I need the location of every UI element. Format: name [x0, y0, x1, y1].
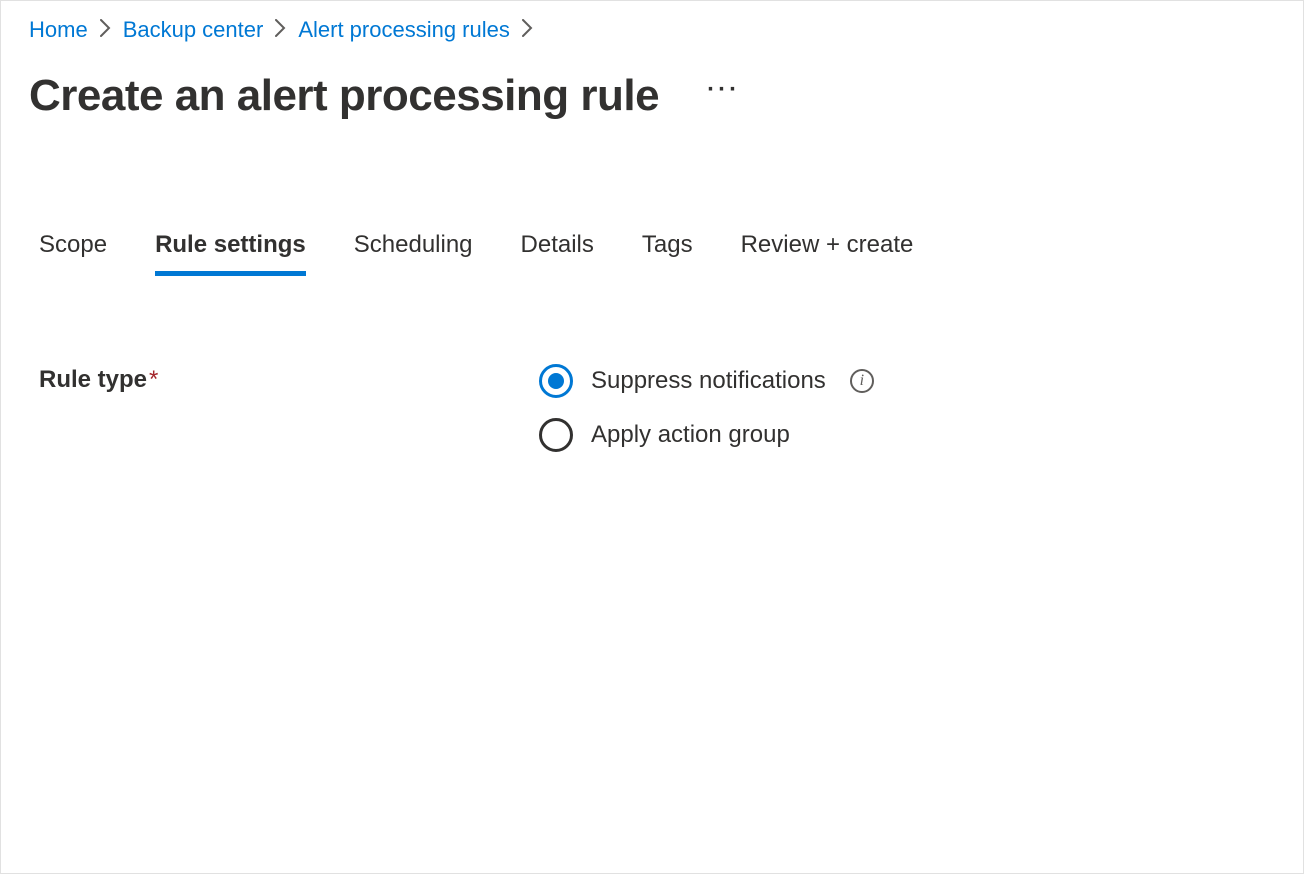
radio-apply-action-label: Apply action group: [591, 421, 790, 449]
radio-dot-icon: [548, 373, 564, 389]
tab-review-create[interactable]: Review + create: [741, 231, 914, 276]
title-row: Create an alert processing rule ···: [29, 71, 1275, 121]
radio-suppress-label: Suppress notifications: [591, 367, 826, 395]
tab-scope[interactable]: Scope: [39, 231, 107, 276]
more-actions-button[interactable]: ···: [699, 70, 748, 110]
required-indicator: *: [149, 366, 158, 393]
radio-apply-action-group[interactable]: Apply action group: [539, 418, 874, 452]
chevron-right-icon: [100, 19, 111, 42]
radio-button-icon: [539, 418, 573, 452]
form-rule-type-row: Rule type* Suppress notifications i Appl…: [29, 364, 1275, 452]
tab-scheduling[interactable]: Scheduling: [354, 231, 473, 276]
rule-type-label-col: Rule type*: [39, 364, 539, 452]
rule-type-label: Rule type: [39, 366, 147, 393]
tab-rule-settings[interactable]: Rule settings: [155, 231, 306, 276]
page-title: Create an alert processing rule: [29, 71, 659, 121]
tab-details[interactable]: Details: [521, 231, 594, 276]
chevron-right-icon: [522, 19, 533, 42]
rule-type-options: Suppress notifications i Apply action gr…: [539, 364, 874, 452]
radio-suppress-notifications[interactable]: Suppress notifications i: [539, 364, 874, 398]
radio-button-icon: [539, 364, 573, 398]
chevron-right-icon: [275, 19, 286, 42]
breadcrumb-home[interactable]: Home: [29, 17, 88, 43]
breadcrumb: Home Backup center Alert processing rule…: [29, 17, 1275, 43]
tab-tags[interactable]: Tags: [642, 231, 693, 276]
breadcrumb-backup-center[interactable]: Backup center: [123, 17, 264, 43]
info-icon[interactable]: i: [850, 369, 874, 393]
breadcrumb-alert-processing-rules[interactable]: Alert processing rules: [298, 17, 510, 43]
tabs: Scope Rule settings Scheduling Details T…: [29, 231, 1275, 276]
